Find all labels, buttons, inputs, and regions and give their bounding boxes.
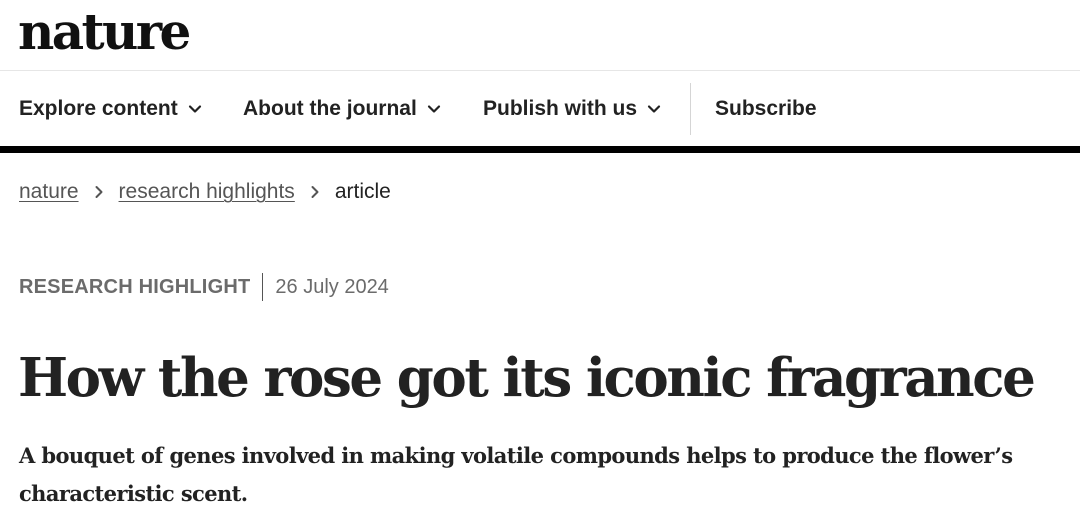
meta-divider: [262, 273, 264, 301]
header-rule: [0, 146, 1080, 153]
breadcrumb: nature research highlights article: [19, 176, 391, 208]
nav-explore-content[interactable]: Explore content: [19, 92, 202, 126]
chevron-down-icon: [647, 102, 661, 116]
chevron-down-icon: [427, 102, 441, 116]
nav-publish-with-us[interactable]: Publish with us: [483, 92, 661, 126]
nav-item-label: Publish with us: [483, 97, 638, 120]
article-type: RESEARCH HIGHLIGHT: [19, 275, 251, 298]
nav-item-label: Explore content: [19, 97, 178, 120]
chevron-down-icon: [188, 102, 202, 116]
article-meta: RESEARCH HIGHLIGHT 26 July 2024: [19, 271, 389, 303]
chevron-right-icon: [93, 185, 105, 199]
subscribe-label: Subscribe: [715, 97, 817, 120]
logo-bar: nature: [0, 0, 1080, 71]
article-standfirst: A bouquet of genes involved in making vo…: [19, 443, 1013, 506]
nav-divider: [690, 83, 691, 135]
publication-date: 26 July 2024: [275, 275, 389, 298]
article-title: How the rose got its iconic fragrance: [18, 347, 1036, 409]
nature-logo[interactable]: nature: [18, 2, 191, 62]
nav-item-label: About the journal: [243, 97, 417, 120]
breadcrumb-link-nature[interactable]: nature: [19, 180, 79, 204]
nav-about-the-journal[interactable]: About the journal: [243, 92, 441, 126]
chevron-right-icon: [309, 185, 321, 199]
subscribe-link[interactable]: Subscribe: [715, 92, 817, 126]
main-nav: Explore content About the journal Publis…: [0, 72, 1080, 146]
breadcrumb-link-research-highlights[interactable]: research highlights: [119, 180, 295, 204]
breadcrumb-current: article: [334, 180, 391, 203]
